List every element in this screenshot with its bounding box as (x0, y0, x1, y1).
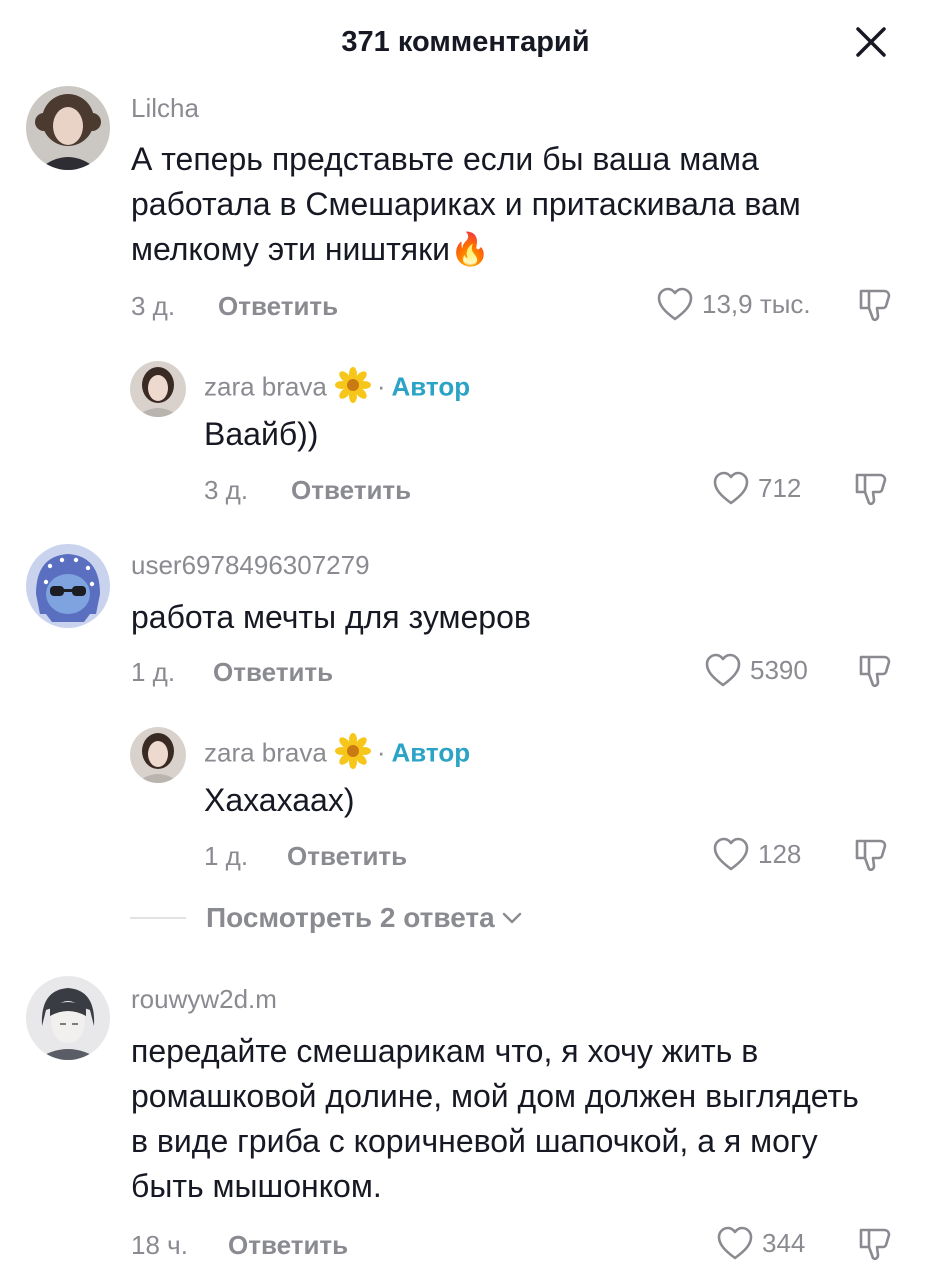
comments-header: 371 комментарий (0, 0, 931, 86)
heart-icon (705, 653, 741, 687)
dislike-button[interactable] (856, 652, 894, 695)
comment-username[interactable]: rouwyw2d.m (131, 984, 277, 1015)
like-count: 13,9 тыс. (702, 288, 811, 319)
like-button[interactable]: 128 (712, 836, 801, 872)
view-more-replies-button[interactable]: Посмотреть 2 ответа (130, 902, 523, 934)
close-button[interactable] (851, 22, 891, 62)
reply-username-text: zara brava (204, 737, 327, 768)
reply-button[interactable]: Ответить (213, 657, 333, 688)
badge-separator: · (376, 737, 386, 768)
dislike-button[interactable] (852, 836, 890, 879)
dislike-button[interactable] (852, 470, 890, 513)
comment-username[interactable]: Lilcha (131, 93, 199, 124)
dislike-button[interactable] (856, 1225, 894, 1268)
reply-time: 1 д. (204, 841, 249, 871)
comment-text: передайте смешарикам что, я хочу жить в … (131, 1033, 859, 1204)
author-badge: Автор (391, 371, 471, 402)
like-count: 712 (758, 472, 802, 503)
like-button[interactable]: 712 (712, 470, 801, 506)
like-button[interactable]: 344 (716, 1225, 805, 1261)
avatar[interactable] (26, 86, 110, 170)
like-button[interactable]: 13,9 тыс. (656, 286, 811, 322)
like-count: 128 (758, 838, 802, 869)
dislike-icon (859, 289, 891, 322)
like-count: 344 (762, 1227, 806, 1258)
flower-icon (334, 733, 371, 776)
reply-text: Хахахаах) (204, 782, 355, 818)
reply-username[interactable]: zara brava · Автор (204, 733, 470, 776)
badge-separator: · (376, 371, 386, 402)
reply-button[interactable]: Ответить (228, 1230, 348, 1261)
dislike-icon (859, 655, 891, 688)
avatar[interactable] (130, 361, 186, 417)
author-badge: Автор (391, 737, 471, 768)
fire-emoji: 🔥 (449, 231, 490, 267)
comment-time: 18 ч. (131, 1230, 188, 1260)
reply-button[interactable]: Ответить (291, 475, 411, 506)
reply-username[interactable]: zara brava · Автор (204, 367, 470, 410)
dislike-icon (855, 839, 887, 872)
divider (130, 917, 186, 919)
flower-icon (334, 367, 371, 410)
comments-sheet: 371 комментарий Lilcha А теперь представ… (0, 0, 931, 1280)
comment-time: 1 д. (131, 657, 176, 687)
reply-button[interactable]: Ответить (218, 291, 338, 322)
like-count: 5390 (750, 654, 808, 685)
avatar[interactable] (130, 727, 186, 783)
reply-username-text: zara brava (204, 371, 327, 402)
close-icon (856, 27, 886, 57)
dislike-icon (855, 473, 887, 506)
comment-text: работа мечты для зумеров (131, 599, 531, 635)
reply-button[interactable]: Ответить (287, 841, 407, 872)
dislike-icon (859, 1228, 891, 1261)
comment-username[interactable]: user6978496307279 (131, 550, 370, 581)
heart-icon (717, 1226, 753, 1260)
view-more-label: Посмотреть 2 ответа (206, 902, 495, 933)
dislike-button[interactable] (856, 286, 894, 329)
like-button[interactable]: 5390 (704, 652, 808, 688)
chevron-down-icon (502, 912, 521, 924)
reply-text: Ваайб)) (204, 416, 319, 452)
comments-count-title: 371 комментарий (341, 26, 590, 58)
heart-icon (713, 837, 749, 871)
reply-time: 3 д. (204, 475, 249, 505)
comment-text: А теперь представьте если бы ваша мама р… (131, 137, 901, 272)
heart-icon (657, 287, 693, 321)
heart-icon (713, 471, 749, 505)
avatar[interactable] (26, 544, 110, 628)
avatar[interactable] (26, 976, 110, 1060)
comment-time: 3 д. (131, 291, 176, 321)
